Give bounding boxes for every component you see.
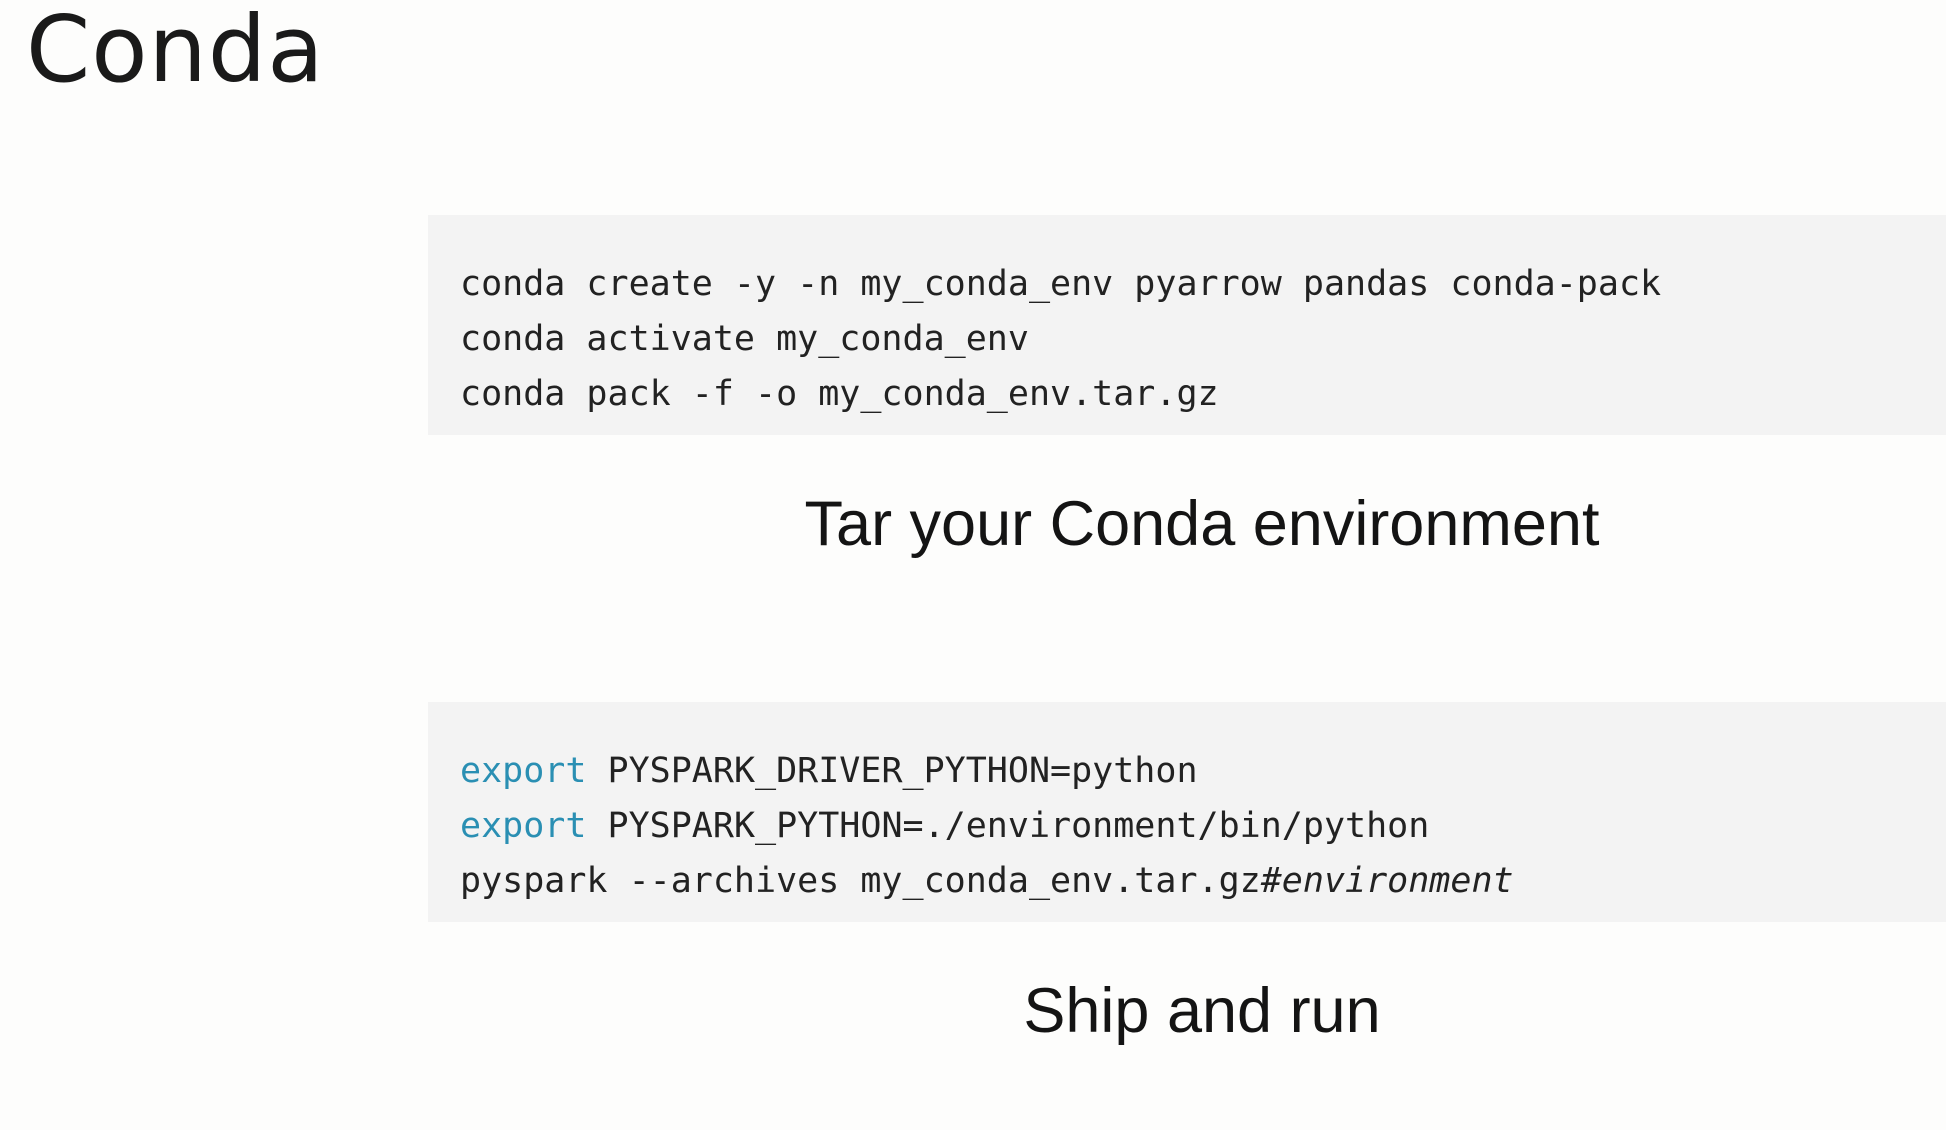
code-keyword: export bbox=[460, 751, 587, 791]
code-line: conda create -y -n my_conda_env pyarrow … bbox=[460, 264, 1662, 304]
code-text: pyspark --archives my_conda_env.tar.gz bbox=[460, 861, 1261, 901]
code-line: conda pack -f -o my_conda_env.tar.gz bbox=[460, 374, 1219, 414]
section-caption: Ship and run bbox=[1023, 976, 1381, 1046]
code-keyword: export bbox=[460, 806, 587, 846]
slide-title: Conda bbox=[26, 0, 325, 103]
code-text: PYSPARK_DRIVER_PYTHON=python bbox=[586, 751, 1198, 791]
code-text: PYSPARK_PYTHON=./environment/bin/python bbox=[586, 806, 1430, 846]
section-caption: Tar your Conda environment bbox=[804, 489, 1600, 559]
pyspark-run-code-block: export PYSPARK_DRIVER_PYTHON=python expo… bbox=[428, 702, 1946, 922]
code-line: pyspark --archives my_conda_env.tar.gz#e… bbox=[460, 854, 1946, 909]
code-line: conda activate my_conda_env bbox=[460, 319, 1029, 359]
conda-pack-code-block: conda create -y -n my_conda_env pyarrow … bbox=[428, 215, 1946, 435]
code-line: export PYSPARK_PYTHON=./environment/bin/… bbox=[460, 799, 1946, 854]
code-line: export PYSPARK_DRIVER_PYTHON=python bbox=[460, 744, 1946, 799]
code-comment: #environment bbox=[1260, 861, 1514, 901]
